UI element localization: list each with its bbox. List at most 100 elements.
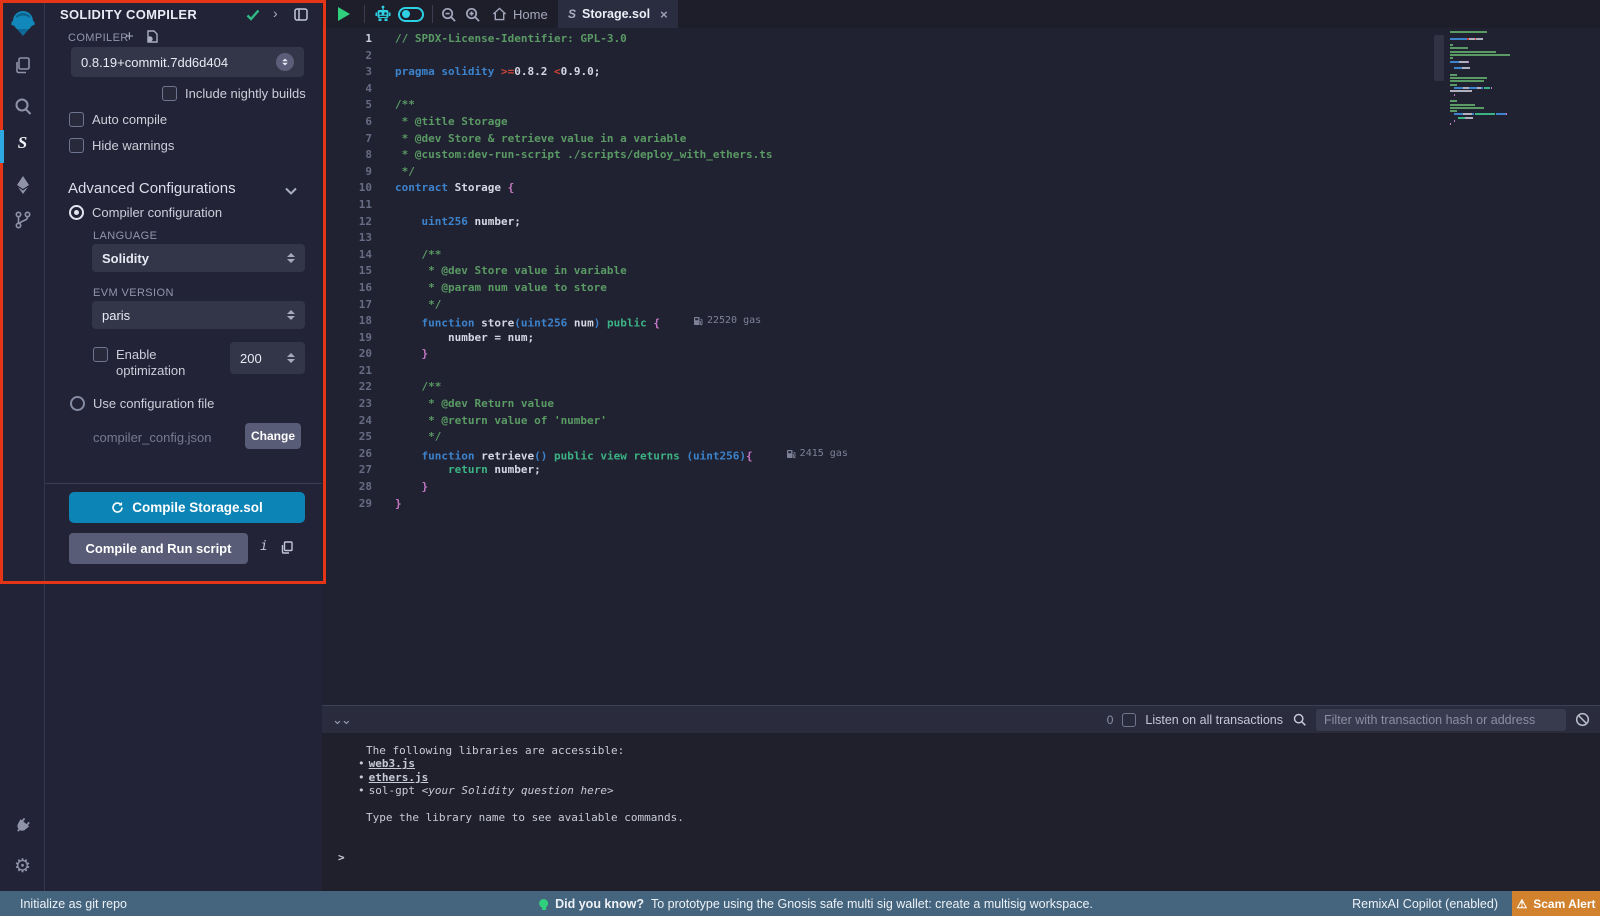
compiler-configuration-label[interactable]: Compiler configuration bbox=[92, 205, 222, 220]
line-number[interactable]: 24 bbox=[322, 413, 372, 430]
hide-warnings-label[interactable]: Hide warnings bbox=[92, 138, 174, 153]
clear-console-ban-icon[interactable] bbox=[1575, 712, 1590, 727]
tab-storage-sol[interactable]: S Storage.sol × bbox=[558, 0, 678, 28]
nightly-builds-label[interactable]: Include nightly builds bbox=[185, 86, 306, 101]
line-number[interactable]: 26 bbox=[322, 446, 372, 463]
copilot-toggle[interactable] bbox=[398, 0, 424, 28]
settings-gear-icon[interactable]: ⚙ bbox=[0, 855, 45, 878]
deploy-run-icon[interactable] bbox=[0, 175, 45, 195]
line-number[interactable]: 11 bbox=[322, 197, 372, 214]
line-number[interactable]: 29 bbox=[322, 496, 372, 513]
git-branch-icon[interactable] bbox=[0, 210, 45, 230]
hide-warnings-checkbox[interactable] bbox=[69, 138, 84, 153]
collapse-terminal-icon[interactable]: ⌄⌄ bbox=[332, 712, 350, 728]
remix-logo-icon[interactable] bbox=[0, 8, 45, 38]
enable-optimization-label[interactable]: Enableoptimization bbox=[116, 347, 185, 379]
editor-minimap[interactable] bbox=[1450, 31, 1550, 127]
search-icon[interactable] bbox=[0, 97, 45, 117]
code-line: 23 * @dev Return value bbox=[322, 396, 1600, 413]
line-number[interactable]: 6 bbox=[322, 114, 372, 131]
terminal-output[interactable]: The following libraries are accessible: … bbox=[322, 733, 1600, 891]
line-number[interactable]: 2 bbox=[322, 48, 372, 65]
ai-assistant-robot-button[interactable] bbox=[374, 0, 392, 28]
tab-home[interactable]: Home bbox=[492, 0, 548, 28]
solgpt-command: sol-gpt bbox=[369, 784, 422, 797]
info-icon[interactable]: i bbox=[260, 539, 268, 554]
optimization-runs-input[interactable]: 200 bbox=[230, 342, 305, 374]
line-number[interactable]: 12 bbox=[322, 214, 372, 231]
collapse-panel-chevron-icon[interactable]: › bbox=[273, 5, 278, 21]
compiler-version-select[interactable]: 0.8.19+commit.7dd6d404 bbox=[71, 47, 304, 77]
advanced-configurations-header[interactable]: Advanced Configurations bbox=[68, 180, 236, 197]
scam-alert-button[interactable]: ⚠ Scam Alert bbox=[1512, 891, 1600, 916]
code-line: 25 */ bbox=[322, 429, 1600, 446]
plugin-manager-icon[interactable] bbox=[0, 815, 45, 835]
line-number[interactable]: 22 bbox=[322, 379, 372, 396]
line-number[interactable]: 5 bbox=[322, 97, 372, 114]
enable-optimization-checkbox[interactable] bbox=[93, 347, 108, 362]
compile-button[interactable]: Compile Storage.sol bbox=[69, 492, 305, 523]
pin-panel-icon[interactable] bbox=[294, 8, 308, 26]
zoom-out-button[interactable] bbox=[440, 0, 457, 28]
use-configuration-file-radio[interactable] bbox=[70, 396, 85, 411]
code-text: /** bbox=[372, 97, 415, 114]
line-number[interactable]: 28 bbox=[322, 479, 372, 496]
evm-version-select[interactable]: paris bbox=[92, 301, 305, 329]
close-tab-icon[interactable]: × bbox=[660, 7, 668, 22]
line-number[interactable]: 20 bbox=[322, 346, 372, 363]
auto-compile-checkbox[interactable] bbox=[69, 112, 84, 127]
code-line: 18 function store(uint256 num) public {2… bbox=[322, 313, 1600, 330]
change-config-button[interactable]: Change bbox=[245, 423, 301, 449]
line-number[interactable]: 10 bbox=[322, 180, 372, 197]
copy-icon[interactable] bbox=[281, 541, 293, 559]
line-number[interactable]: 27 bbox=[322, 462, 372, 479]
language-label: LANGUAGE bbox=[93, 230, 157, 242]
listen-transactions-checkbox[interactable] bbox=[1122, 713, 1136, 727]
line-number[interactable]: 1 bbox=[322, 31, 372, 48]
code-editor[interactable]: 1// SPDX-License-Identifier: GPL-3.023pr… bbox=[322, 28, 1600, 705]
filter-transactions-input[interactable] bbox=[1316, 709, 1566, 731]
add-compiler-icon[interactable]: + bbox=[125, 28, 134, 45]
line-number[interactable]: 8 bbox=[322, 147, 372, 164]
ethersjs-link[interactable]: ethers.js bbox=[369, 771, 429, 784]
advanced-chevron-down-icon[interactable] bbox=[285, 182, 297, 200]
listen-transactions-label[interactable]: Listen on all transactions bbox=[1145, 713, 1283, 727]
tip-text: To prototype using the Gnosis safe multi… bbox=[651, 897, 1093, 911]
bullet: • bbox=[358, 771, 365, 784]
editor-scrollbar[interactable] bbox=[1434, 35, 1444, 81]
file-explorer-icon[interactable] bbox=[0, 55, 45, 75]
line-number[interactable]: 25 bbox=[322, 429, 372, 446]
language-select[interactable]: Solidity bbox=[92, 244, 305, 272]
nightly-builds-checkbox[interactable] bbox=[162, 86, 177, 101]
web3js-link[interactable]: web3.js bbox=[369, 757, 415, 770]
line-number[interactable]: 18 bbox=[322, 313, 372, 330]
compile-and-run-button[interactable]: Compile and Run script bbox=[69, 533, 248, 564]
line-number[interactable]: 21 bbox=[322, 363, 372, 380]
init-git-repo-button[interactable]: Initialize as git repo bbox=[20, 897, 127, 911]
line-number[interactable]: 15 bbox=[322, 263, 372, 280]
copilot-status[interactable]: RemixAI Copilot (enabled) bbox=[1352, 897, 1498, 911]
line-number[interactable]: 23 bbox=[322, 396, 372, 413]
line-number[interactable]: 19 bbox=[322, 330, 372, 347]
line-number[interactable]: 7 bbox=[322, 131, 372, 148]
status-bar: Initialize as git repo Did you know? To … bbox=[0, 891, 1600, 916]
code-text: function store(uint256 num) public {2252… bbox=[372, 313, 761, 330]
terminal-search-icon[interactable] bbox=[1292, 712, 1307, 727]
gas-estimate-badge: 22520 gas bbox=[694, 313, 761, 330]
bullet: • bbox=[358, 757, 365, 770]
zoom-in-button[interactable] bbox=[464, 0, 481, 28]
line-number[interactable]: 3 bbox=[322, 64, 372, 81]
compiler-configuration-radio[interactable] bbox=[69, 205, 84, 220]
line-number[interactable]: 17 bbox=[322, 297, 372, 314]
auto-compile-label[interactable]: Auto compile bbox=[92, 112, 167, 127]
line-number[interactable]: 4 bbox=[322, 81, 372, 98]
solidity-compiler-icon[interactable]: S bbox=[0, 133, 45, 153]
code-line: 20 } bbox=[322, 346, 1600, 363]
use-configuration-file-label[interactable]: Use configuration file bbox=[93, 396, 214, 411]
line-number[interactable]: 13 bbox=[322, 230, 372, 247]
line-number[interactable]: 14 bbox=[322, 247, 372, 264]
terminal-prompt[interactable]: > bbox=[338, 851, 345, 864]
line-number[interactable]: 16 bbox=[322, 280, 372, 297]
line-number[interactable]: 9 bbox=[322, 164, 372, 181]
run-script-play-button[interactable] bbox=[338, 0, 350, 28]
